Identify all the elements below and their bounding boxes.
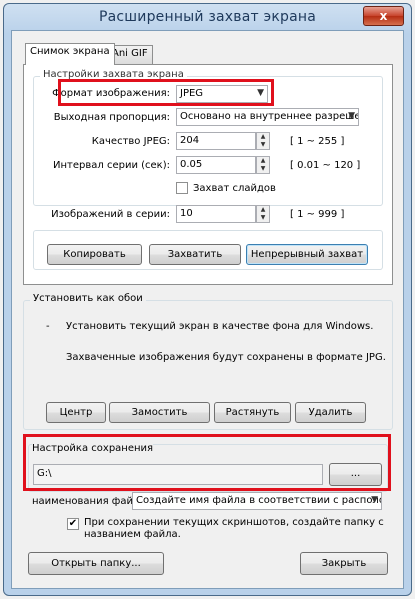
browse-button[interactable]: ...: [329, 463, 382, 486]
images-in-series-input[interactable]: 10: [176, 205, 256, 223]
series-interval-input[interactable]: 0.05: [176, 156, 256, 174]
series-interval-label: Интервал серии (сек):: [53, 160, 170, 171]
jpeg-quality-spinner[interactable]: ▲ ▼: [256, 132, 270, 150]
output-ratio-value: Основано на внутреннее разрешение: [180, 111, 358, 122]
image-format-label: Формат изображения:: [52, 88, 170, 99]
capture-button[interactable]: Захватить: [149, 244, 241, 265]
series-interval-range: [ 0.01 ~ 120 ]: [290, 160, 361, 171]
images-in-series-spinner[interactable]: ▲ ▼: [256, 205, 270, 223]
spin-up-icon: ▲: [260, 157, 266, 164]
close-icon: x: [379, 9, 388, 23]
spin-up-icon: ▲: [260, 206, 266, 213]
spin-down-icon: ▼: [260, 214, 266, 221]
spin-down-icon: ▼: [260, 165, 266, 172]
tab-ani-gif-label: Ani GIF: [112, 48, 148, 59]
wallpaper-group-label: Установить как обои: [30, 293, 146, 304]
save-settings-group-label: Настройка сохранения: [32, 443, 154, 454]
tab-screenshot[interactable]: Снимок экрана: [25, 43, 115, 65]
image-format-select[interactable]: JPEG ▼: [176, 85, 268, 103]
spin-up-icon: ▲: [260, 133, 266, 140]
delete-button[interactable]: Удалить: [295, 402, 366, 423]
file-naming-label: наименования файл:: [32, 496, 143, 507]
jpeg-quality-range: [ 1 ~ 255 ]: [290, 136, 345, 147]
stretch-button[interactable]: Растянуть: [214, 402, 291, 423]
images-in-series-label: Изображений в серии:: [51, 209, 170, 220]
capture-settings-group-label: Настройки захвата экрана: [40, 69, 187, 80]
chevron-down-icon: ▼: [348, 111, 355, 121]
capture-slides-label: Захват слайдов: [193, 183, 276, 194]
series-interval-spinner[interactable]: ▲ ▼: [256, 156, 270, 174]
window-title: Расширенный захват экрана: [98, 9, 317, 25]
copy-button[interactable]: Копировать: [47, 244, 142, 265]
create-folder-label-line1: При сохранении текущих скриншотов, созда…: [84, 517, 384, 528]
continuous-capture-button[interactable]: Непрерывный захват: [246, 244, 368, 265]
wallpaper-bullet: -: [46, 321, 50, 332]
close-button[interactable]: x: [363, 6, 404, 26]
save-path-input[interactable]: G:\: [33, 464, 323, 485]
wallpaper-description: Установить текущий экран в качестве фона…: [66, 321, 374, 332]
tab-screenshot-label: Снимок экрана: [30, 46, 110, 57]
jpeg-quality-label: Качество JPEG:: [91, 136, 170, 147]
wallpaper-note: Захваченные изображения будут сохранены …: [66, 352, 386, 363]
capture-slides-checkbox[interactable]: [176, 182, 188, 194]
open-folder-button[interactable]: Открыть папку...: [28, 552, 164, 575]
chevron-down-icon: ▼: [257, 88, 264, 98]
chevron-down-icon: ▼: [371, 495, 378, 505]
jpeg-quality-input[interactable]: 204: [176, 132, 256, 150]
check-icon: ✔: [68, 518, 78, 529]
create-folder-checkbox[interactable]: ✔: [67, 518, 79, 530]
center-button[interactable]: Центр: [46, 402, 106, 423]
close-dialog-button[interactable]: Закрыть: [300, 552, 388, 575]
output-ratio-select[interactable]: Основано на внутреннее разрешение ▼: [176, 108, 359, 126]
create-folder-label-line2: названием файла.: [84, 529, 181, 540]
file-naming-value: Создайте имя файла в соответствии с расп…: [136, 495, 381, 506]
images-in-series-range: [ 1 ~ 999 ]: [290, 209, 345, 220]
output-ratio-label: Выходная пропорция:: [53, 112, 170, 123]
spin-down-icon: ▼: [260, 141, 266, 148]
dialog-window: Расширенный захват экрана x Снимок экран…: [0, 0, 415, 599]
file-naming-select[interactable]: Создайте имя файла в соответствии с расп…: [132, 492, 382, 510]
tile-button[interactable]: Замостить: [109, 402, 210, 423]
image-format-value: JPEG: [180, 88, 204, 99]
